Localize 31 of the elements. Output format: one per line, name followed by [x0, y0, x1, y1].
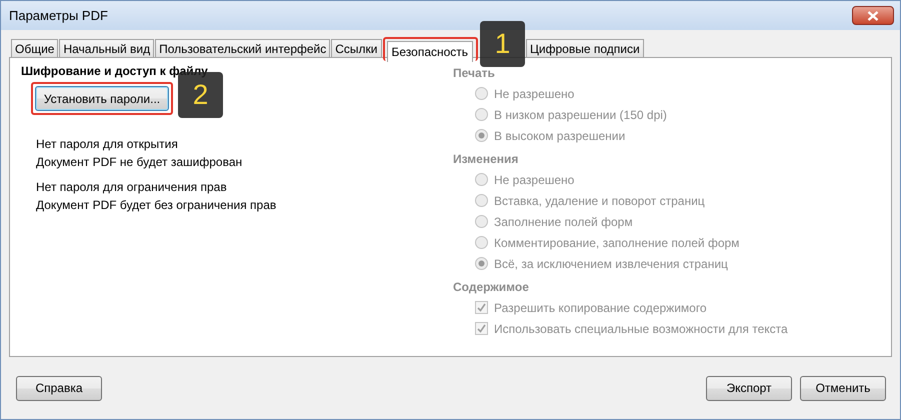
window-title: Параметры PDF	[9, 8, 108, 23]
option-label: Разрешить копирование содержимого	[494, 300, 707, 314]
status-text: Нет пароля для ограничения прав	[36, 179, 228, 196]
tab[interactable]: Ссылки	[331, 39, 382, 57]
option-label: Не разрешено	[494, 172, 574, 186]
option-label: В высоком разрешении	[494, 128, 626, 142]
option-label: Комментирование, заполнение полей форм	[494, 236, 740, 250]
dialog-button[interactable]: Отменить	[800, 376, 886, 400]
dialog-button[interactable]: Экспорт	[706, 376, 792, 400]
tab[interactable]: Безопасность	[386, 41, 474, 62]
close-button[interactable]	[852, 6, 894, 25]
option-label: Использовать специальные возможности для текста	[494, 322, 788, 336]
option-label: В низком разрешении (150 dpi)	[494, 108, 667, 122]
set-passwords-button[interactable]: Установить пароли...	[35, 86, 169, 111]
status-text: Документ PDF будет без ограничения прав	[36, 197, 278, 214]
dialog-button[interactable]: Справка	[16, 376, 102, 400]
tab[interactable]: Цифровые подписи	[526, 39, 644, 57]
option-label: Заполнение полей форм	[494, 214, 633, 228]
option-label: Всё, за исключением извлечения страниц	[494, 256, 728, 270]
close-icon	[867, 10, 879, 20]
status-text: Документ PDF не будет зашифрован	[36, 154, 244, 171]
option-label: Не разрешено	[494, 86, 574, 100]
callout-badge: 1	[480, 21, 526, 67]
option-label: Вставка, удаление и поворот страниц	[494, 194, 705, 208]
status-text: Нет пароля для открытия	[36, 136, 179, 153]
group-heading: Печать	[453, 66, 496, 82]
tab[interactable]: Общие	[11, 39, 58, 57]
group-heading: Изменения	[453, 152, 520, 168]
tab[interactable]: Пользовательский интерфейс	[155, 39, 330, 57]
group-heading: Содержимое	[453, 280, 530, 296]
tab[interactable]: Начальный вид	[59, 39, 154, 57]
